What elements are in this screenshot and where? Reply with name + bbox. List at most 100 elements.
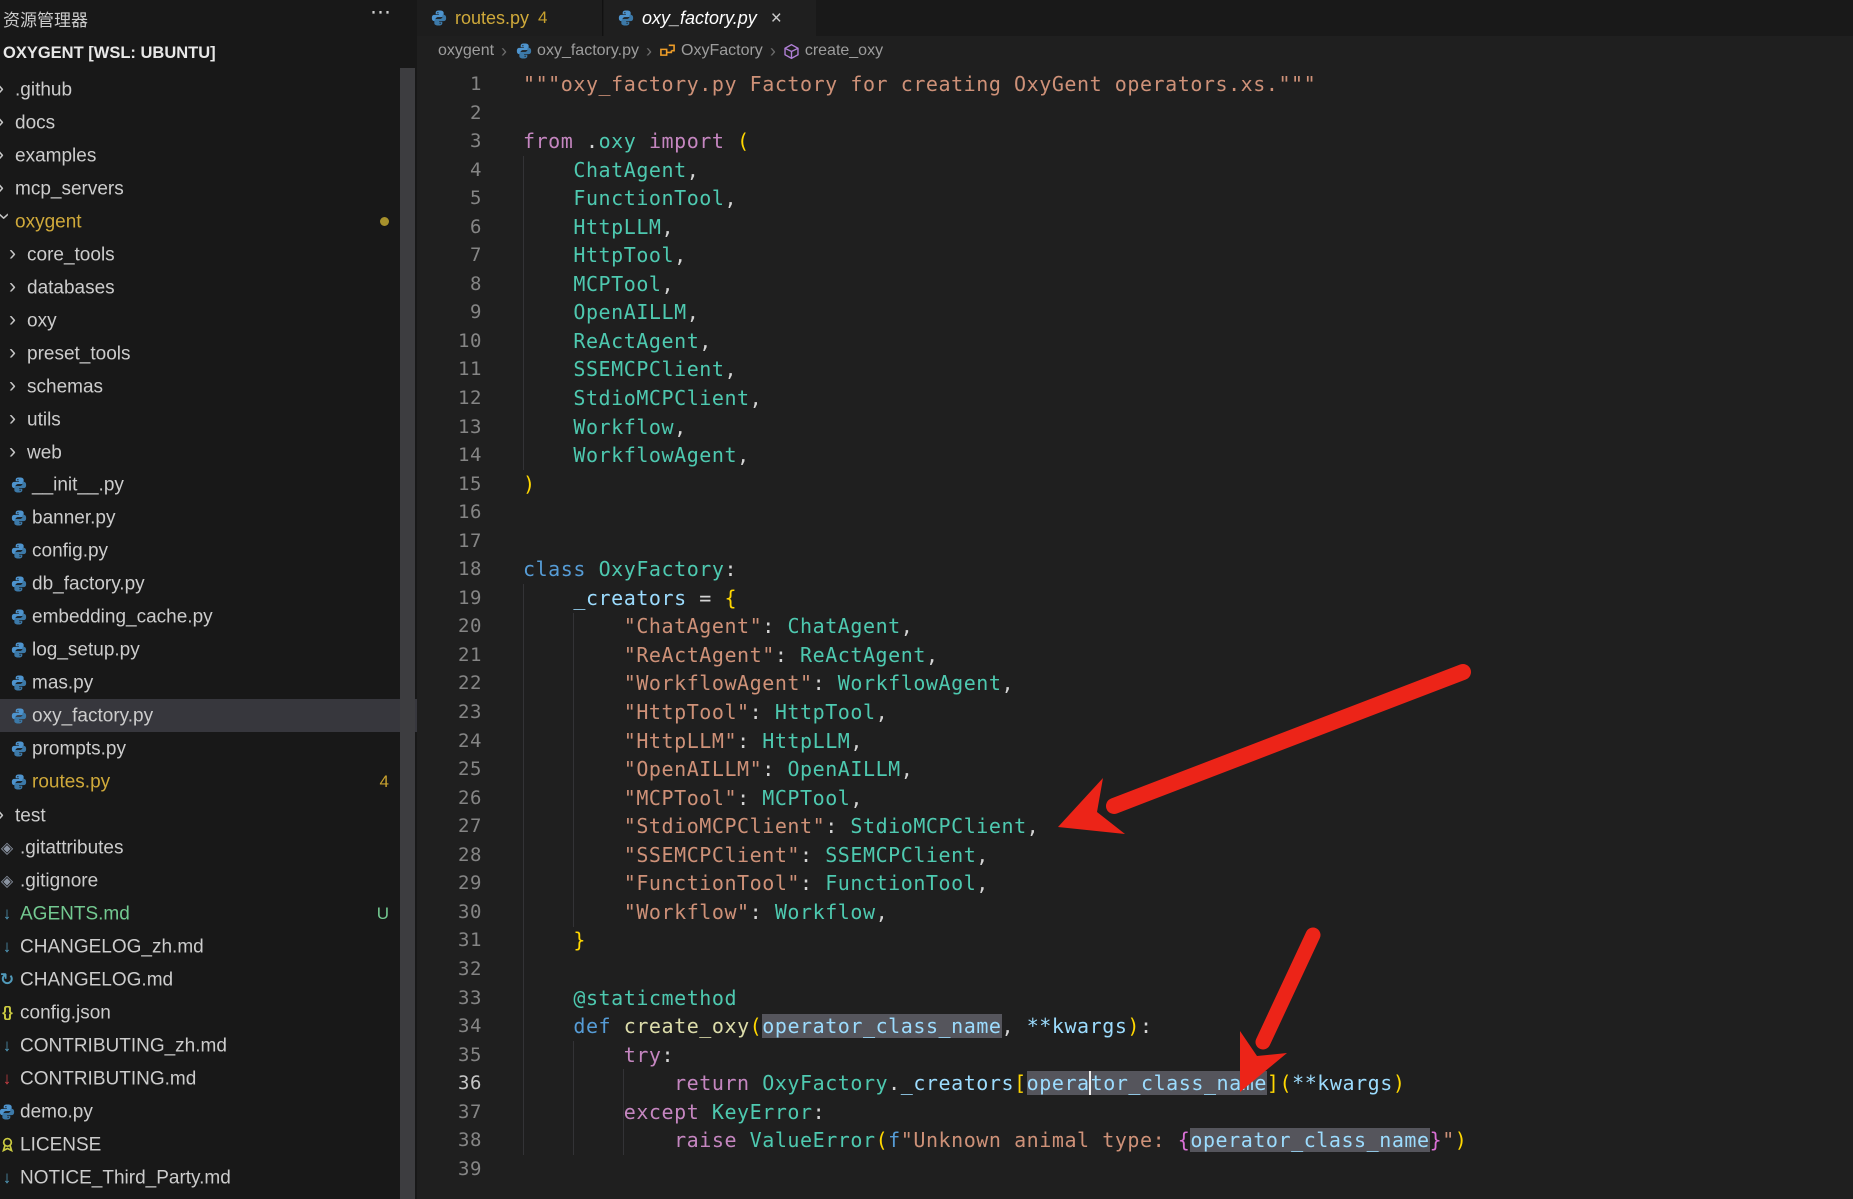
workspace-section-header[interactable]: OXYGENT [WSL: UBUNTU] bbox=[3, 44, 216, 63]
tree-item-web[interactable]: ›web bbox=[0, 435, 417, 468]
tree-item-log-setup-py[interactable]: log_setup.py bbox=[0, 633, 417, 666]
changelog-icon: ↻ bbox=[0, 970, 17, 990]
code-editor[interactable]: 1"""oxy_factory.py Factory for creating … bbox=[417, 70, 1853, 1183]
class-symbol-icon bbox=[659, 43, 676, 60]
tree-item-databases[interactable]: ›databases bbox=[0, 270, 417, 303]
line-number: 37 bbox=[417, 1098, 482, 1127]
line-number: 30 bbox=[417, 898, 482, 927]
more-actions-icon[interactable]: ⋯ bbox=[370, 0, 393, 25]
code-line-6: 6 HttpLLM, bbox=[417, 213, 1853, 242]
tab-routes-py[interactable]: routes.py 4 bbox=[417, 0, 603, 36]
code-line-4: 4 ChatAgent, bbox=[417, 156, 1853, 185]
tree-item-label: oxy_factory.py bbox=[32, 705, 153, 726]
code-line-17: 17 bbox=[417, 527, 1853, 556]
tree-item--init-py[interactable]: __init__.py bbox=[0, 468, 417, 501]
explorer-sidebar: 资源管理器 ⋯ OXYGENT [WSL: UBUNTU] ›.github›d… bbox=[0, 0, 417, 1199]
tree-item-label: demo.py bbox=[20, 1101, 93, 1122]
tree-item-routes-py[interactable]: routes.py4 bbox=[0, 765, 417, 798]
tree-item-changelog-zh-md[interactable]: ↓CHANGELOG_zh.md bbox=[0, 930, 417, 963]
code-line-13: 13 Workflow, bbox=[417, 413, 1853, 442]
tree-item-oxy-factory-py[interactable]: oxy_factory.py bbox=[0, 699, 417, 732]
tree-item-label: utils bbox=[27, 409, 61, 430]
tree-item-label: mas.py bbox=[32, 672, 93, 693]
tree-item-mcp-servers[interactable]: ›mcp_servers bbox=[0, 171, 417, 204]
tree-item-prompts-py[interactable]: prompts.py bbox=[0, 732, 417, 765]
tree-item-label: embedding_cache.py bbox=[32, 606, 213, 627]
tree-item-oxygent[interactable]: ›oxygent bbox=[0, 204, 417, 237]
breadcrumb-label: OxyFactory bbox=[681, 42, 763, 60]
code-line-37: 37 except KeyError: bbox=[417, 1098, 1853, 1127]
tree-item-mas-py[interactable]: mas.py bbox=[0, 666, 417, 699]
tree-item-schemas[interactable]: ›schemas bbox=[0, 369, 417, 402]
tree-item-notice-third-party-md[interactable]: ↓NOTICE_Third_Party.md bbox=[0, 1161, 417, 1194]
tree-item--gitignore[interactable]: ◈.gitignore bbox=[0, 864, 417, 897]
line-number: 38 bbox=[417, 1126, 482, 1155]
tree-item-label: examples bbox=[15, 145, 96, 166]
python-icon bbox=[9, 639, 29, 661]
breadcrumb-item-create-oxy[interactable]: create_oxy bbox=[783, 42, 883, 60]
tree-item-label: NOTICE_Third_Party.md bbox=[20, 1167, 231, 1188]
tree-item-embedding-cache-py[interactable]: embedding_cache.py bbox=[0, 600, 417, 633]
line-number: 8 bbox=[417, 270, 482, 299]
code-line-20: 20 "ChatAgent": ChatAgent, bbox=[417, 612, 1853, 641]
code-line-28: 28 "SSEMCPClient": SSEMCPClient, bbox=[417, 841, 1853, 870]
editor-tab-bar: routes.py 4 oxy_factory.py × bbox=[417, 0, 1853, 36]
code-line-38: 38 raise ValueError(f"Unknown animal typ… bbox=[417, 1126, 1853, 1155]
breadcrumb-item-oxygent[interactable]: oxygent bbox=[438, 42, 494, 60]
tree-item-config-json[interactable]: {}config.json bbox=[0, 996, 417, 1029]
tree-item-preset-tools[interactable]: ›preset_tools bbox=[0, 336, 417, 369]
chevron-right-icon: › bbox=[9, 270, 23, 303]
line-number: 35 bbox=[417, 1041, 482, 1070]
tree-item-config-py[interactable]: config.py bbox=[0, 534, 417, 567]
chevron-right-icon: › bbox=[9, 303, 23, 336]
tree-item--gitattributes[interactable]: ◈.gitattributes bbox=[0, 831, 417, 864]
line-number: 14 bbox=[417, 441, 482, 470]
tree-item-license[interactable]: LICENSE bbox=[0, 1128, 417, 1161]
tree-item-core-tools[interactable]: ›core_tools bbox=[0, 237, 417, 270]
tree-item-label: oxygent bbox=[15, 211, 82, 232]
code-line-1: 1"""oxy_factory.py Factory for creating … bbox=[417, 70, 1853, 99]
line-number: 11 bbox=[417, 355, 482, 384]
tree-item-test[interactable]: ›test bbox=[0, 798, 417, 831]
breadcrumb-item-oxyfactory[interactable]: OxyFactory bbox=[659, 42, 763, 60]
tree-item-db-factory-py[interactable]: db_factory.py bbox=[0, 567, 417, 600]
tree-item--github[interactable]: ›.github bbox=[0, 72, 417, 105]
line-number: 7 bbox=[417, 241, 482, 270]
breadcrumb-item-oxy-factory-py[interactable]: oxy_factory.py bbox=[514, 42, 639, 60]
line-number: 24 bbox=[417, 727, 482, 756]
line-number: 1 bbox=[417, 70, 482, 99]
code-line-19: 19 _creators = { bbox=[417, 584, 1853, 613]
markdown-red-icon: ↓ bbox=[0, 1069, 17, 1089]
code-line-32: 32 bbox=[417, 955, 1853, 984]
python-icon bbox=[9, 771, 29, 793]
tree-item-banner-py[interactable]: banner.py bbox=[0, 501, 417, 534]
line-number: 22 bbox=[417, 669, 482, 698]
code-line-11: 11 SSEMCPClient, bbox=[417, 355, 1853, 384]
code-line-14: 14 WorkflowAgent, bbox=[417, 441, 1853, 470]
tree-item-contributing-md[interactable]: ↓CONTRIBUTING.md bbox=[0, 1062, 417, 1095]
tree-item-label: CHANGELOG_zh.md bbox=[20, 936, 204, 957]
sidebar-scrollbar[interactable] bbox=[400, 68, 415, 1199]
tab-oxy-factory-py[interactable]: oxy_factory.py × bbox=[604, 0, 816, 36]
tree-item-label: CONTRIBUTING_zh.md bbox=[20, 1035, 227, 1056]
line-number: 15 bbox=[417, 470, 482, 499]
tree-item-contributing-zh-md[interactable]: ↓CONTRIBUTING_zh.md bbox=[0, 1029, 417, 1062]
tree-item-label: banner.py bbox=[32, 507, 115, 528]
tree-item-changelog-md[interactable]: ↻CHANGELOG.md bbox=[0, 963, 417, 996]
tree-item-label: docs bbox=[15, 112, 55, 133]
close-icon[interactable]: × bbox=[771, 9, 782, 28]
line-number: 18 bbox=[417, 555, 482, 584]
code-line-39: 39 bbox=[417, 1155, 1853, 1184]
tree-item-oxy[interactable]: ›oxy bbox=[0, 303, 417, 336]
tree-item-label: .gitignore bbox=[20, 870, 98, 891]
tree-item-examples[interactable]: ›examples bbox=[0, 138, 417, 171]
explorer-title-row: 资源管理器 ⋯ bbox=[0, 0, 417, 34]
tree-item-docs[interactable]: ›docs bbox=[0, 105, 417, 138]
line-number: 28 bbox=[417, 841, 482, 870]
tree-item-agents-md[interactable]: ↓AGENTS.mdU bbox=[0, 897, 417, 930]
code-line-31: 31 } bbox=[417, 926, 1853, 955]
tree-item-demo-py[interactable]: demo.py bbox=[0, 1095, 417, 1128]
line-number: 29 bbox=[417, 869, 482, 898]
tree-item-utils[interactable]: ›utils bbox=[0, 402, 417, 435]
tree-item-label: config.py bbox=[32, 540, 108, 561]
